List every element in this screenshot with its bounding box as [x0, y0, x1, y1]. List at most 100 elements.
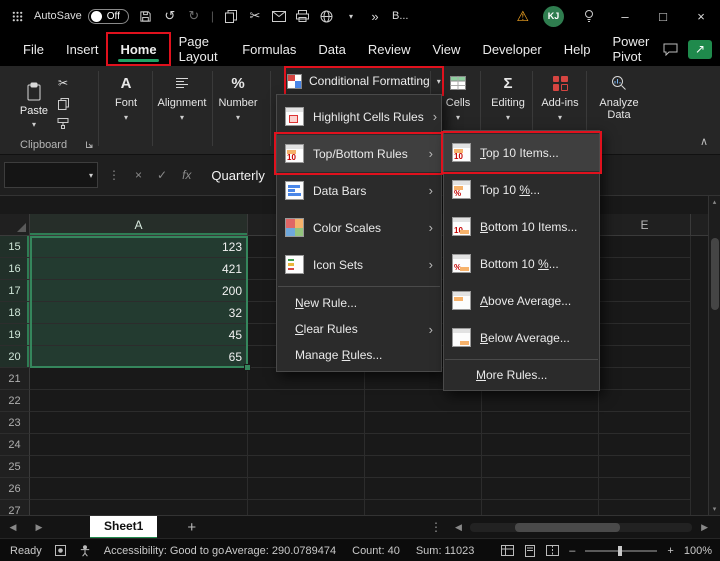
cell[interactable]	[599, 258, 691, 280]
cell[interactable]	[30, 412, 248, 434]
cell[interactable]	[30, 368, 248, 390]
menu-item-icon-sets[interactable]: Icon Sets ›	[277, 246, 441, 283]
copy-icon[interactable]	[224, 10, 238, 23]
tab-insert[interactable]: Insert	[55, 35, 110, 63]
menu-item-data-bars[interactable]: Data Bars ›	[277, 172, 441, 209]
undo-icon[interactable]: ↺	[163, 8, 177, 24]
cell[interactable]	[365, 434, 482, 456]
tab-page-layout[interactable]: Page Layout	[168, 35, 232, 63]
menu-item-top-bottom-rules[interactable]: 10 Top/Bottom Rules ›	[277, 135, 441, 172]
copy-button[interactable]	[58, 98, 69, 110]
page-break-view-icon[interactable]	[546, 545, 559, 556]
minimize-button[interactable]: –	[606, 0, 644, 32]
tab-power-pivot[interactable]: Power Pivot	[601, 35, 663, 63]
row-header[interactable]: 24	[0, 434, 30, 456]
lightbulb-icon[interactable]	[582, 9, 596, 23]
menu-item-bottom-10-percent[interactable]: % Bottom 10 %...	[444, 245, 599, 282]
row-header[interactable]: 15	[0, 236, 30, 258]
column-header-e[interactable]: E	[599, 214, 691, 235]
warning-icon[interactable]: ⚠	[516, 8, 529, 25]
cell[interactable]	[482, 390, 599, 412]
close-button[interactable]: ×	[682, 0, 720, 32]
cell[interactable]	[365, 456, 482, 478]
mail-icon[interactable]	[272, 11, 286, 22]
cell[interactable]: 421	[30, 258, 248, 280]
cell[interactable]: 45	[30, 324, 248, 346]
font-group-button[interactable]: A Font ▾	[104, 73, 148, 122]
vertical-scroll-thumb[interactable]	[711, 238, 719, 310]
page-layout-view-icon[interactable]	[524, 545, 536, 557]
analyze-data-button[interactable]: Analyze Data	[590, 73, 648, 121]
number-group-button[interactable]: % Number ▾	[214, 73, 262, 122]
scroll-down-icon[interactable]: ▾	[709, 505, 720, 513]
menu-item-highlight-cells-rules[interactable]: Highlight Cells Rules ›	[277, 98, 441, 135]
zoom-level[interactable]: 100%	[684, 545, 712, 557]
tab-options-icon[interactable]: ⋮	[430, 520, 442, 534]
share-button[interactable]: ↗	[688, 40, 712, 59]
save-icon[interactable]	[139, 10, 153, 23]
collapse-ribbon-icon[interactable]: ∧	[700, 135, 708, 148]
cell[interactable]	[248, 500, 365, 515]
dialog-launcher-icon[interactable]	[85, 140, 94, 149]
formula-input[interactable]: Quarterly	[211, 168, 264, 183]
menu-item-bottom-10-items[interactable]: 10 Bottom 10 Items...	[444, 208, 599, 245]
avatar[interactable]: KJ	[543, 6, 564, 27]
cell[interactable]	[482, 500, 599, 515]
conditional-formatting-button[interactable]: Conditional Formatting ▾	[287, 69, 441, 93]
app-grid-icon[interactable]	[10, 11, 24, 22]
accessibility-icon[interactable]	[79, 545, 91, 557]
cell[interactable]	[599, 390, 691, 412]
cut-button[interactable]: ✂	[58, 76, 68, 90]
format-painter-button[interactable]	[57, 118, 69, 129]
cell[interactable]	[365, 390, 482, 412]
more-commands-icon[interactable]: »	[368, 9, 382, 24]
cell[interactable]	[248, 412, 365, 434]
cell[interactable]: 32	[30, 302, 248, 324]
cells-group-button[interactable]: Cells ▾	[436, 73, 480, 122]
cell[interactable]: 123	[30, 236, 248, 258]
cell[interactable]	[482, 434, 599, 456]
cell[interactable]	[482, 412, 599, 434]
menu-item-clear-rules[interactable]: Clear Rules ›	[277, 316, 441, 342]
next-sheet-icon[interactable]: ▶	[26, 522, 52, 533]
column-header-a[interactable]: A	[30, 214, 248, 235]
cell[interactable]	[599, 346, 691, 368]
cell[interactable]	[599, 478, 691, 500]
macro-record-icon[interactable]	[55, 545, 66, 556]
cell[interactable]	[30, 434, 248, 456]
tab-data[interactable]: Data	[307, 35, 356, 63]
cell[interactable]	[248, 390, 365, 412]
row-header[interactable]: 27	[0, 500, 30, 515]
enter-icon[interactable]: ✓	[157, 168, 167, 182]
cut-icon[interactable]: ✂	[248, 8, 262, 24]
cell[interactable]	[599, 302, 691, 324]
cell[interactable]	[599, 456, 691, 478]
row-header[interactable]: 26	[0, 478, 30, 500]
horizontal-scrollbar[interactable]	[470, 523, 692, 532]
tab-file[interactable]: File	[12, 35, 55, 63]
hscroll-right-icon[interactable]: ▶	[701, 522, 708, 533]
cell[interactable]	[482, 456, 599, 478]
menu-item-below-average[interactable]: Below Average...	[444, 319, 599, 356]
cell[interactable]	[248, 456, 365, 478]
name-box-input[interactable]	[5, 168, 89, 182]
cell[interactable]: 200	[30, 280, 248, 302]
prev-sheet-icon[interactable]: ◀	[0, 522, 26, 533]
cell[interactable]	[599, 434, 691, 456]
normal-view-icon[interactable]	[501, 545, 514, 556]
name-box[interactable]: ▾	[4, 162, 98, 188]
menu-item-top-10-percent[interactable]: % Top 10 %...	[444, 171, 599, 208]
cell[interactable]	[365, 478, 482, 500]
cell[interactable]	[248, 434, 365, 456]
cell[interactable]	[365, 500, 482, 515]
row-header[interactable]: 16	[0, 258, 30, 280]
vertical-scrollbar[interactable]: ▴ ▾	[708, 196, 720, 515]
horizontal-scroll-thumb[interactable]	[515, 523, 620, 532]
chevron-down-icon[interactable]: ▾	[344, 12, 358, 21]
zoom-out-button[interactable]: –	[569, 545, 575, 557]
alignment-group-button[interactable]: Alignment ▾	[156, 73, 208, 122]
select-all-corner[interactable]	[0, 214, 30, 235]
cell[interactable]	[599, 324, 691, 346]
redo-icon[interactable]: ↻	[187, 8, 201, 24]
document-label[interactable]: B...	[392, 10, 409, 22]
